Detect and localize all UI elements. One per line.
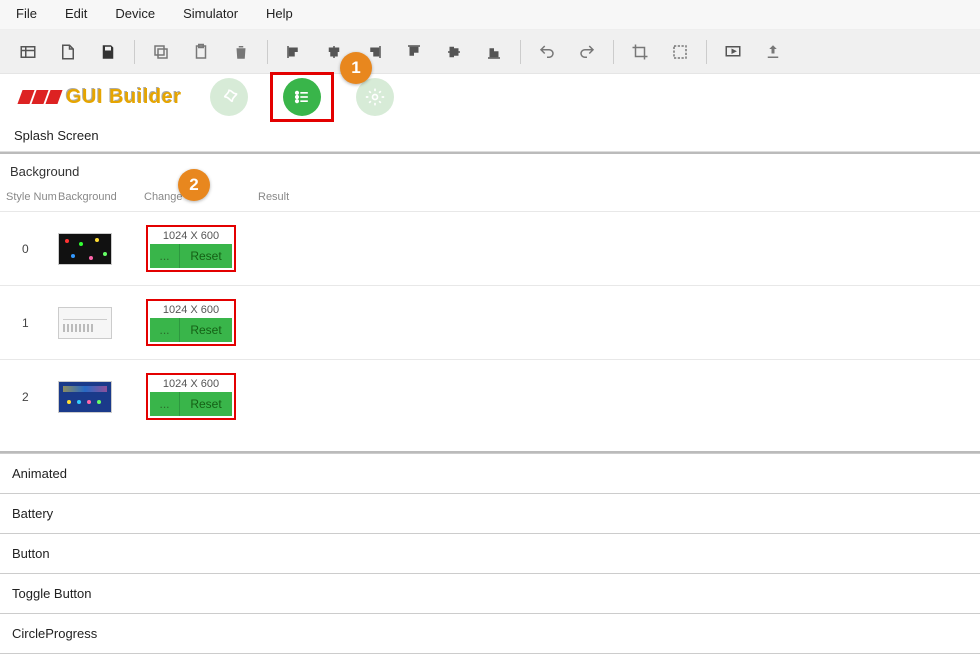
- toolbar-divider: [267, 40, 268, 64]
- thumb-preview[interactable]: [58, 381, 112, 413]
- accordion-animated[interactable]: Animated: [0, 453, 980, 493]
- column-headers: Style Num Background Change Result 2: [0, 183, 980, 211]
- section-splash-screen[interactable]: Splash Screen: [0, 120, 980, 152]
- logo-row: GUI Builder 1: [0, 74, 980, 120]
- menubar: File Edit Device Simulator Help: [0, 0, 980, 30]
- browse-button[interactable]: ...: [150, 244, 180, 268]
- align-top-icon[interactable]: [394, 36, 434, 68]
- align-center-v-icon[interactable]: [434, 36, 474, 68]
- new-project-icon[interactable]: [8, 36, 48, 68]
- cell-thumb: [58, 307, 146, 339]
- thumb-preview[interactable]: [58, 307, 112, 339]
- align-left-icon[interactable]: [274, 36, 314, 68]
- reset-button[interactable]: Reset: [180, 318, 232, 342]
- toolbar-divider: [134, 40, 135, 64]
- copy-icon[interactable]: [141, 36, 181, 68]
- reset-button[interactable]: Reset: [180, 392, 232, 416]
- redo-icon[interactable]: [567, 36, 607, 68]
- cell-thumb: [58, 233, 146, 265]
- upload-icon[interactable]: [753, 36, 793, 68]
- crop-icon[interactable]: [620, 36, 660, 68]
- toolbar-divider: [706, 40, 707, 64]
- accordion-toggle-button[interactable]: Toggle Button: [0, 573, 980, 613]
- cell-stylenum: 2: [0, 390, 58, 404]
- accordion-button[interactable]: Button: [0, 533, 980, 573]
- align-bottom-icon[interactable]: [474, 36, 514, 68]
- delete-icon[interactable]: [221, 36, 261, 68]
- mode-list-icon[interactable]: [283, 78, 321, 116]
- change-highlight: 1024 X 600 ... Reset: [146, 373, 236, 420]
- logo-mark-icon: [20, 90, 60, 104]
- paste-icon[interactable]: [181, 36, 221, 68]
- menu-help[interactable]: Help: [266, 6, 293, 21]
- toolbar-divider: [520, 40, 521, 64]
- mode-settings-icon[interactable]: [356, 78, 394, 116]
- cell-stylenum: 0: [0, 242, 58, 256]
- browse-button[interactable]: ...: [150, 318, 180, 342]
- cell-thumb: [58, 381, 146, 413]
- dimension-label: 1024 X 600: [150, 228, 232, 244]
- table-row: 1 1024 X 600 ... Reset: [0, 285, 980, 359]
- mode-active-highlight: [270, 72, 334, 122]
- browse-button[interactable]: ...: [150, 392, 180, 416]
- preview-icon[interactable]: [713, 36, 753, 68]
- dimension-label: 1024 X 600: [150, 376, 232, 392]
- dimension-label: 1024 X 600: [150, 302, 232, 318]
- menu-edit[interactable]: Edit: [65, 6, 87, 21]
- save-icon[interactable]: [88, 36, 128, 68]
- change-highlight: 1024 X 600 ... Reset: [146, 299, 236, 346]
- background-rows: 0 1024 X 600 ... Reset: [0, 211, 980, 433]
- change-highlight: 1024 X 600 ... Reset: [146, 225, 236, 272]
- callout-badge-1: 1: [340, 52, 372, 84]
- menu-simulator[interactable]: Simulator: [183, 6, 238, 21]
- selection-icon[interactable]: [660, 36, 700, 68]
- mode-design-icon[interactable]: [210, 78, 248, 116]
- toolbar-divider: [613, 40, 614, 64]
- menu-file[interactable]: File: [16, 6, 37, 21]
- accordion: Animated Battery Button Toggle Button Ci…: [0, 451, 980, 654]
- col-background: Background: [58, 191, 146, 203]
- thumb-preview[interactable]: [58, 233, 112, 265]
- open-file-icon[interactable]: [48, 36, 88, 68]
- table-row: 2 1024 X 600 ... Reset: [0, 359, 980, 433]
- reset-button[interactable]: Reset: [180, 244, 232, 268]
- section-background[interactable]: Background: [0, 154, 980, 183]
- col-stylenum: Style Num: [0, 191, 58, 203]
- col-result: Result: [258, 191, 338, 203]
- menu-device[interactable]: Device: [115, 6, 155, 21]
- cell-stylenum: 1: [0, 316, 58, 330]
- callout-badge-2: 2: [178, 169, 210, 201]
- accordion-circleprogress[interactable]: CircleProgress: [0, 613, 980, 654]
- table-row: 0 1024 X 600 ... Reset: [0, 211, 980, 285]
- undo-icon[interactable]: [527, 36, 567, 68]
- accordion-battery[interactable]: Battery: [0, 493, 980, 533]
- app-logo-text: GUI Builder: [66, 86, 182, 109]
- toolbar: [0, 30, 980, 74]
